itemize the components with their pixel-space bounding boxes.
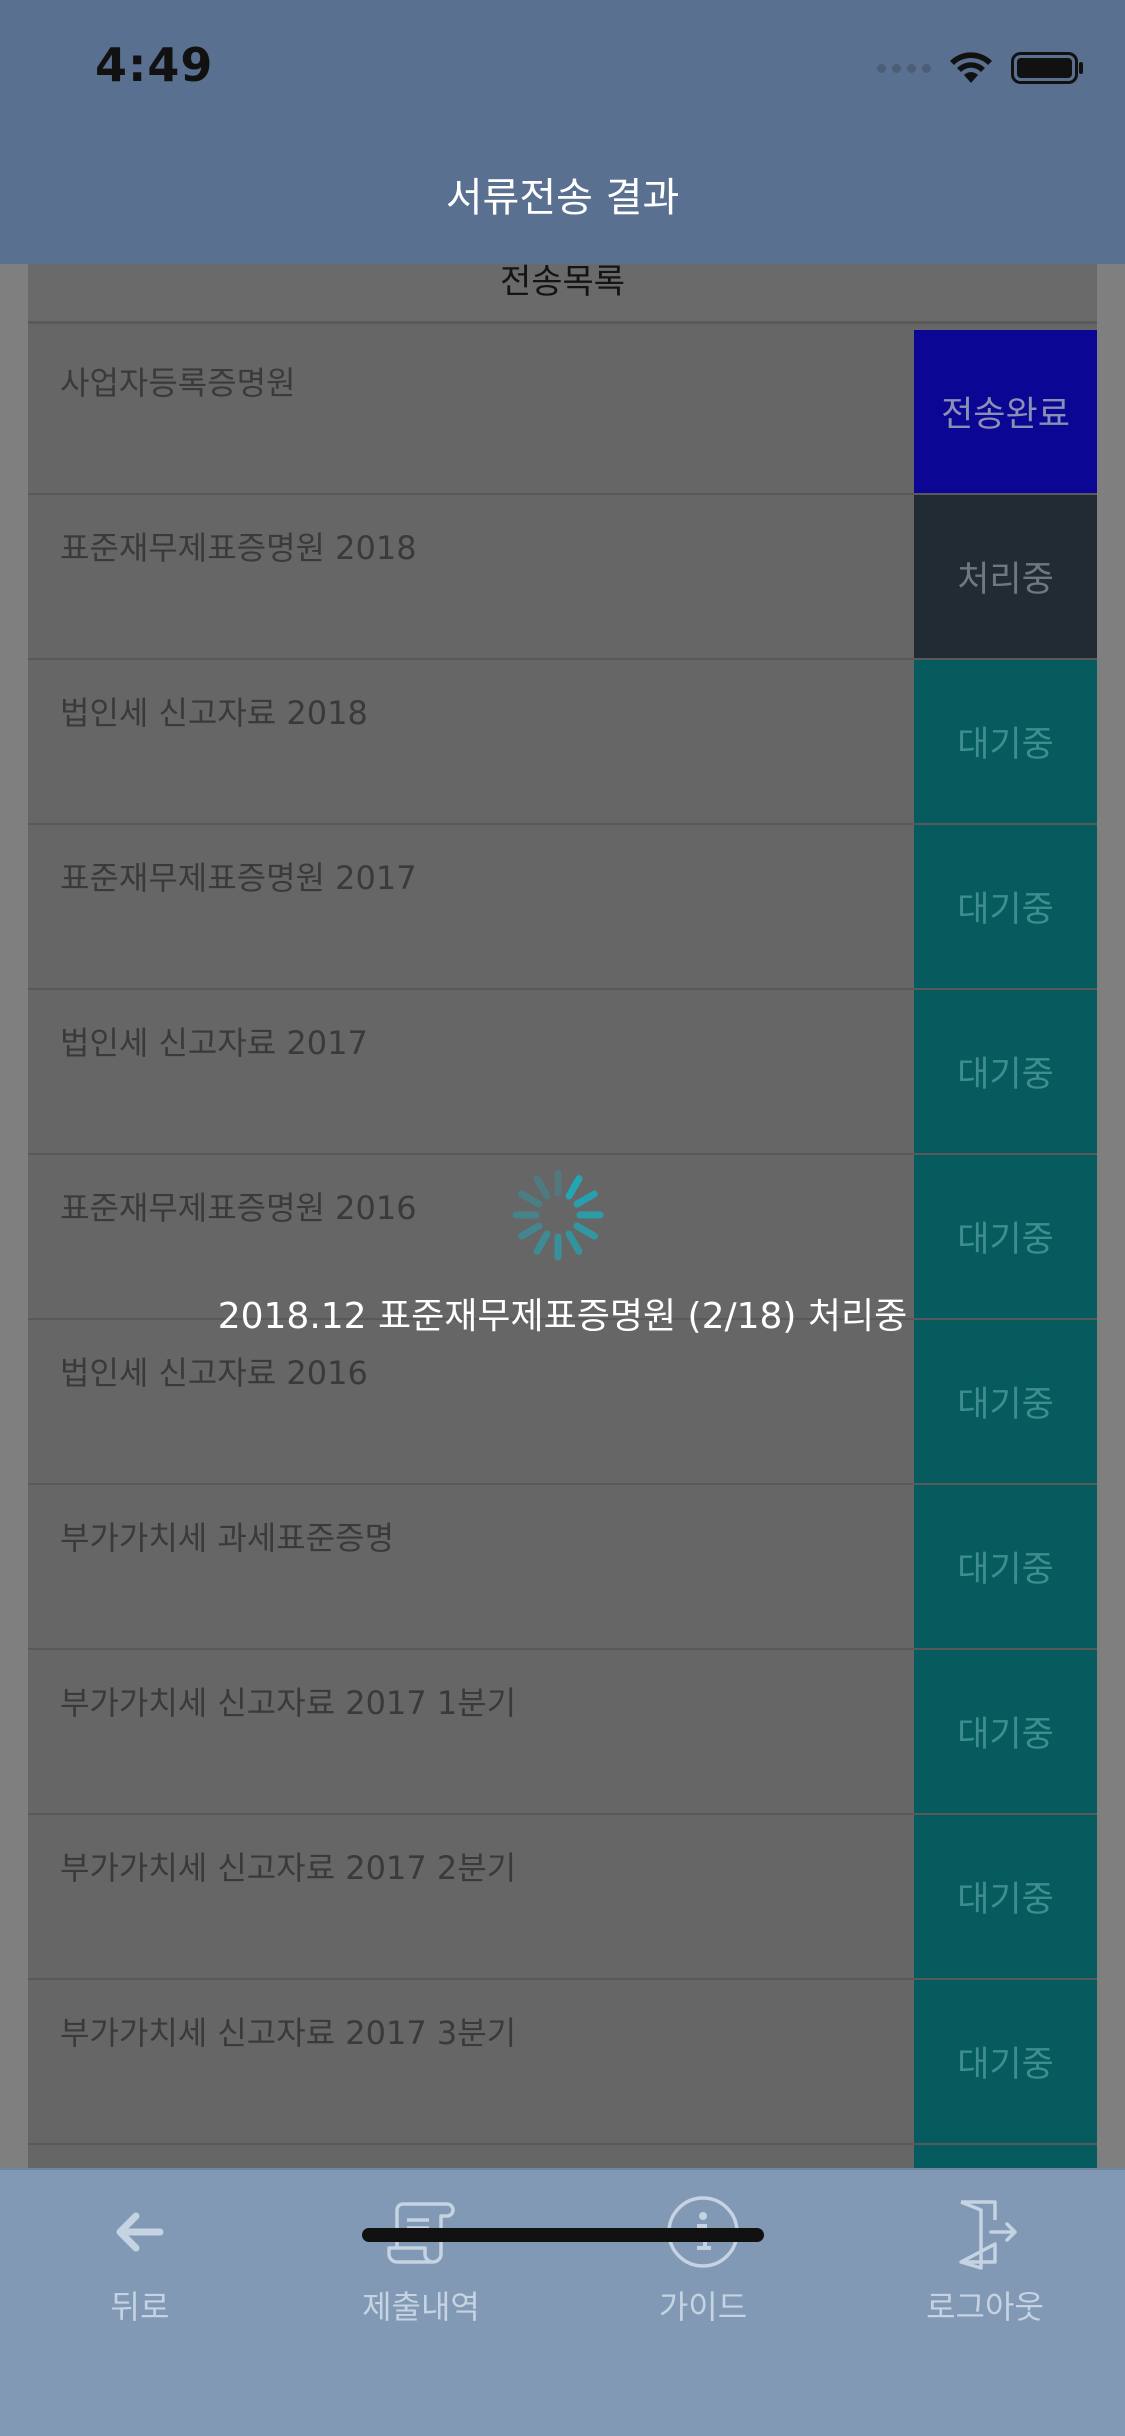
status-badge: 대기중 bbox=[914, 660, 1097, 823]
bottom-tab-bar: 뒤로 제출내역 가이드 로그아웃 bbox=[0, 2168, 1125, 2436]
document-name: 표준재무제표증명원 2016 bbox=[60, 1189, 417, 1227]
status-badge: 대기중 bbox=[914, 990, 1097, 1153]
document-name: 사업자등록증명원 bbox=[60, 364, 296, 402]
list-item[interactable] bbox=[28, 2145, 1097, 2168]
list-item[interactable]: 법인세 신고자료 2018 대기중 bbox=[28, 660, 1097, 825]
status-badge: 대기중 bbox=[914, 1815, 1097, 1978]
tab-back-label: 뒤로 bbox=[110, 2288, 170, 2326]
list-item[interactable]: 표준재무제표증명원 2018 처리중 bbox=[28, 495, 1097, 660]
list-item[interactable]: 부가가치세 신고자료 2017 3분기 대기중 bbox=[28, 1980, 1097, 2145]
document-name: 부가가치세 신고자료 2017 1분기 bbox=[60, 1684, 517, 1722]
document-name: 부가가치세 신고자료 2017 2분기 bbox=[60, 1849, 517, 1887]
tab-guide[interactable]: 가이드 bbox=[603, 2192, 803, 2332]
list-item[interactable]: 법인세 신고자료 2017 대기중 bbox=[28, 990, 1097, 1155]
tab-logout[interactable]: 로그아웃 bbox=[885, 2192, 1085, 2332]
door-exit-icon bbox=[959, 2200, 1017, 2270]
list-item[interactable]: 부가가치세 신고자료 2017 2분기 대기중 bbox=[28, 1815, 1097, 1980]
document-name: 법인세 신고자료 2017 bbox=[60, 1024, 368, 1062]
list-item[interactable]: 부가가치세 신고자료 2017 1분기 대기중 bbox=[28, 1650, 1097, 1815]
list-item[interactable]: 부가가치세 과세표준증명 대기중 bbox=[28, 1485, 1097, 1650]
status-badge: 처리중 bbox=[914, 495, 1097, 658]
cellular-signal-icon bbox=[877, 63, 931, 73]
list-item[interactable]: 법인세 신고자료 2016 대기중 bbox=[28, 1320, 1097, 1485]
tab-history[interactable]: 제출내역 bbox=[321, 2192, 521, 2332]
status-time: 4:49 bbox=[95, 38, 214, 92]
arrow-left-icon bbox=[116, 2212, 164, 2252]
list-item[interactable]: 사업자등록증명원 전송완료 bbox=[28, 330, 1097, 495]
loading-spinner-icon bbox=[512, 1169, 604, 1261]
battery-icon bbox=[1011, 52, 1083, 84]
document-name: 법인세 신고자료 2018 bbox=[60, 694, 368, 732]
status-icons bbox=[877, 48, 1085, 88]
list-item[interactable]: 표준재무제표증명원 2017 대기중 bbox=[28, 825, 1097, 990]
home-indicator[interactable] bbox=[362, 2228, 764, 2242]
status-badge: 대기중 bbox=[914, 1485, 1097, 1648]
tab-guide-label: 가이드 bbox=[658, 2288, 748, 2326]
status-badge bbox=[914, 2145, 1097, 2168]
page-title: 서류전송 결과 bbox=[445, 175, 680, 221]
tab-history-label: 제출내역 bbox=[362, 2288, 480, 2326]
document-name: 법인세 신고자료 2016 bbox=[60, 1354, 368, 1392]
list-header-label: 전송목록 bbox=[499, 264, 626, 302]
document-name: 표준재무제표증명원 2018 bbox=[60, 529, 417, 567]
status-badge: 전송완료 bbox=[914, 330, 1097, 493]
status-badge: 대기중 bbox=[914, 825, 1097, 988]
tab-logout-label: 로그아웃 bbox=[926, 2288, 1044, 2326]
list-header: 전송목록 bbox=[28, 264, 1097, 324]
status-badge: 대기중 bbox=[914, 1650, 1097, 1813]
status-badge: 대기중 bbox=[914, 1980, 1097, 2143]
document-name: 부가가치세 과세표준증명 bbox=[60, 1519, 395, 1557]
tab-back[interactable]: 뒤로 bbox=[40, 2192, 240, 2332]
status-badge: 대기중 bbox=[914, 1320, 1097, 1483]
wifi-icon bbox=[950, 52, 992, 83]
loading-message: 2018.12 표준재무제표증명원 (2/18) 처리중 bbox=[217, 1296, 908, 1337]
document-name: 부가가치세 신고자료 2017 3분기 bbox=[60, 2014, 517, 2052]
document-name: 표준재무제표증명원 2017 bbox=[60, 859, 417, 897]
top-bar: 4:49 서류전송 결과 bbox=[0, 0, 1125, 264]
